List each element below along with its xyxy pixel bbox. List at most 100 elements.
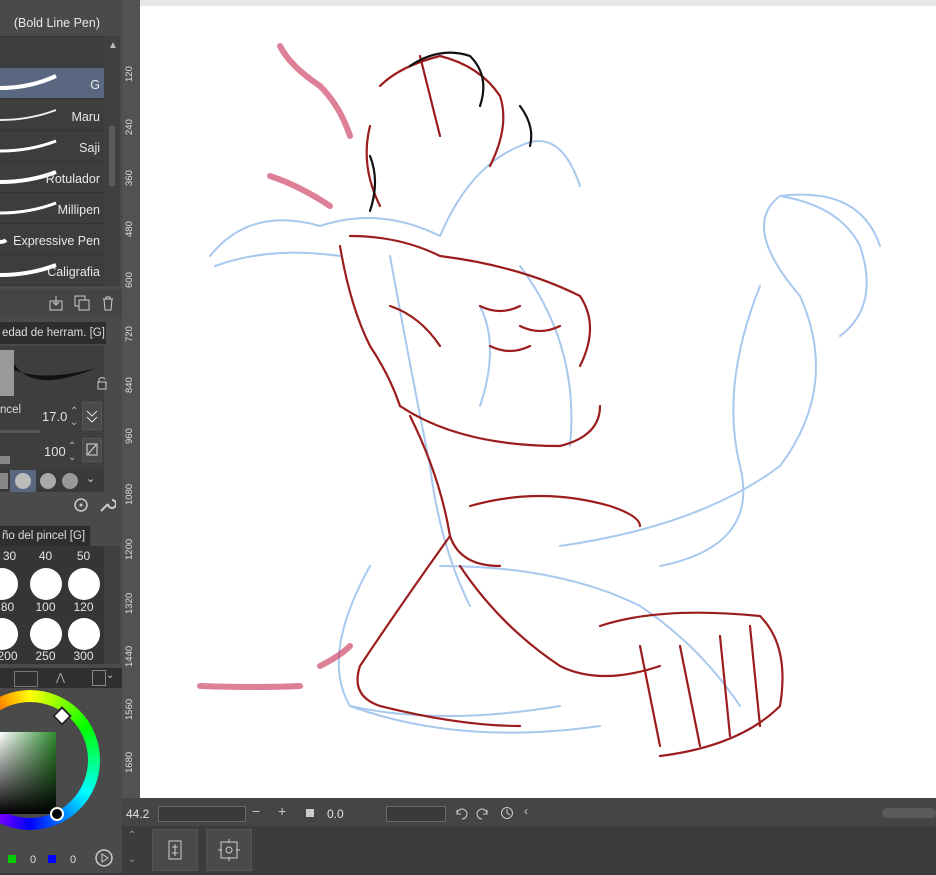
- ruler-label: 1680: [124, 751, 135, 773]
- size-dot[interactable]: [30, 618, 62, 650]
- chevron-down-icon: [86, 410, 98, 423]
- wrench-icon[interactable]: [98, 496, 116, 514]
- brush-label: Rotulador: [45, 172, 100, 186]
- ruler-label: 1200: [124, 538, 135, 560]
- color-square[interactable]: [0, 732, 56, 814]
- opacity-value[interactable]: 100: [44, 444, 66, 459]
- size-dot[interactable]: [68, 568, 100, 600]
- navigator-icon: [218, 839, 240, 861]
- color-panel-tabs: ⋀ ⌄: [0, 668, 122, 688]
- settings-icon[interactable]: [72, 496, 90, 514]
- tip-shape[interactable]: [40, 473, 56, 489]
- tip-shape[interactable]: [62, 473, 78, 489]
- brush-item-millipen[interactable]: Millipen: [0, 193, 104, 224]
- color-picker-handle[interactable]: [50, 807, 64, 821]
- scroll-up-icon[interactable]: ▲: [108, 40, 118, 51]
- size-dot[interactable]: [30, 568, 62, 600]
- chevron-left-icon[interactable]: ‹: [524, 804, 528, 818]
- color-swatch[interactable]: [0, 350, 14, 396]
- brush-item-caligrafia[interactable]: Caligrafia: [0, 255, 104, 286]
- tip-shape[interactable]: [0, 473, 8, 489]
- export-icon[interactable]: [48, 295, 64, 311]
- duplicate-icon[interactable]: [74, 295, 90, 311]
- size-cell-label[interactable]: 120: [64, 600, 103, 614]
- size-cell-label[interactable]: 300: [64, 649, 103, 663]
- opacity-toggle[interactable]: [82, 438, 102, 462]
- zoom-in-button[interactable]: +: [278, 803, 286, 819]
- chevron-down-icon[interactable]: ⌄: [128, 854, 136, 865]
- ruler-label: 1440: [124, 645, 135, 667]
- size-cell-label[interactable]: 200: [0, 649, 27, 663]
- redo-icon[interactable]: [476, 806, 490, 820]
- trash-icon[interactable]: [100, 295, 116, 311]
- size-cell-label[interactable]: 30: [0, 549, 29, 563]
- size-cell-label[interactable]: 40: [26, 549, 65, 563]
- brush-stroke-preview-icon: [0, 139, 57, 153]
- brush-size-tab[interactable]: ño del pincel [G]: [0, 526, 90, 546]
- status-bar: 44.2 − + 0.0 ‹: [122, 798, 936, 826]
- brush-size-slider[interactable]: [0, 430, 40, 433]
- play-icon[interactable]: [94, 848, 114, 868]
- navigator-icon[interactable]: [500, 806, 514, 820]
- rotation-value[interactable]: 0.0: [327, 807, 344, 821]
- zoom-value[interactable]: 44.2: [126, 807, 149, 821]
- tab-layers[interactable]: [92, 670, 106, 686]
- navigator-panel-button[interactable]: [206, 829, 252, 871]
- brush-label: Expressive Pen: [13, 234, 100, 248]
- ruler-label: 600: [124, 272, 135, 288]
- chevron-down-icon[interactable]: ⌄: [106, 670, 114, 681]
- tip-shape-selected[interactable]: [10, 470, 36, 492]
- lock-icon[interactable]: [96, 376, 108, 390]
- brush-item-g[interactable]: G: [0, 68, 104, 99]
- undo-icon[interactable]: [454, 806, 468, 820]
- brush-stroke-preview-icon: [14, 364, 96, 381]
- brush-size-grid: 30 40 50 80 100 120 200 250 300: [0, 546, 104, 664]
- chevron-down-icon[interactable]: ⌄: [86, 472, 95, 485]
- tab-color-set[interactable]: ⋀: [56, 671, 65, 684]
- tab-color-sliders[interactable]: [14, 671, 38, 687]
- layer-icon: [168, 840, 182, 860]
- zoom-slider[interactable]: [158, 806, 246, 822]
- green-value[interactable]: 0: [30, 854, 36, 866]
- size-cell-label[interactable]: 80: [0, 600, 27, 614]
- brush-label: Caligrafia: [47, 265, 100, 279]
- rotation-slider[interactable]: [386, 806, 446, 822]
- brush-list-scrollbar[interactable]: ▲: [104, 36, 120, 286]
- blue-value[interactable]: 0: [70, 854, 76, 866]
- zoom-out-button[interactable]: −: [252, 803, 260, 819]
- brush-list: (Bold Line Pen) G Maru Saji Rotulador Mi…: [0, 16, 104, 286]
- green-swatch: [8, 855, 16, 863]
- tool-property-tab[interactable]: edad de herram. [G]: [0, 322, 106, 344]
- size-dot[interactable]: [0, 618, 18, 650]
- size-dot[interactable]: [68, 618, 100, 650]
- brush-item-saji[interactable]: Saji: [0, 131, 104, 162]
- spinner-icon[interactable]: ⌃ ⌄: [70, 406, 78, 428]
- size-cell-label[interactable]: 100: [26, 600, 65, 614]
- ruler-label: 360: [124, 170, 135, 186]
- chevron-up-icon[interactable]: ⌃: [128, 830, 136, 841]
- brush-label: Saji: [79, 141, 100, 155]
- brush-item-maru[interactable]: Maru: [0, 100, 104, 131]
- size-cell-label[interactable]: 50: [64, 549, 103, 563]
- brush-item-rotulador[interactable]: Rotulador: [0, 162, 104, 193]
- left-panel: (Bold Line Pen) G Maru Saji Rotulador Mi…: [0, 0, 122, 873]
- horizontal-scrollbar[interactable]: [882, 808, 936, 818]
- ruler-label: 1560: [124, 698, 135, 720]
- spinner-icon[interactable]: ⌃ ⌄: [68, 441, 76, 463]
- drawing-canvas[interactable]: [140, 6, 936, 798]
- size-grid-scrollbar[interactable]: [104, 546, 120, 664]
- brush-size-value[interactable]: 17.0: [42, 409, 67, 424]
- size-cell-label[interactable]: 250: [26, 649, 65, 663]
- brush-item-bold-line-pen[interactable]: (Bold Line Pen): [0, 6, 104, 37]
- brush-stroke-preview-icon: [0, 74, 57, 90]
- layer-panel-button[interactable]: [152, 829, 198, 871]
- ruler-label: 240: [124, 119, 135, 135]
- scrollbar-thumb[interactable]: [109, 126, 115, 186]
- brush-item-expressive-pen[interactable]: Expressive Pen: [0, 224, 104, 255]
- brush-list-footer: [0, 290, 122, 316]
- size-dot[interactable]: [0, 568, 18, 600]
- fit-button[interactable]: [306, 809, 314, 817]
- ruler-label: 480: [124, 221, 135, 237]
- opacity-slider[interactable]: [0, 456, 10, 464]
- size-pressure-toggle[interactable]: [82, 402, 102, 430]
